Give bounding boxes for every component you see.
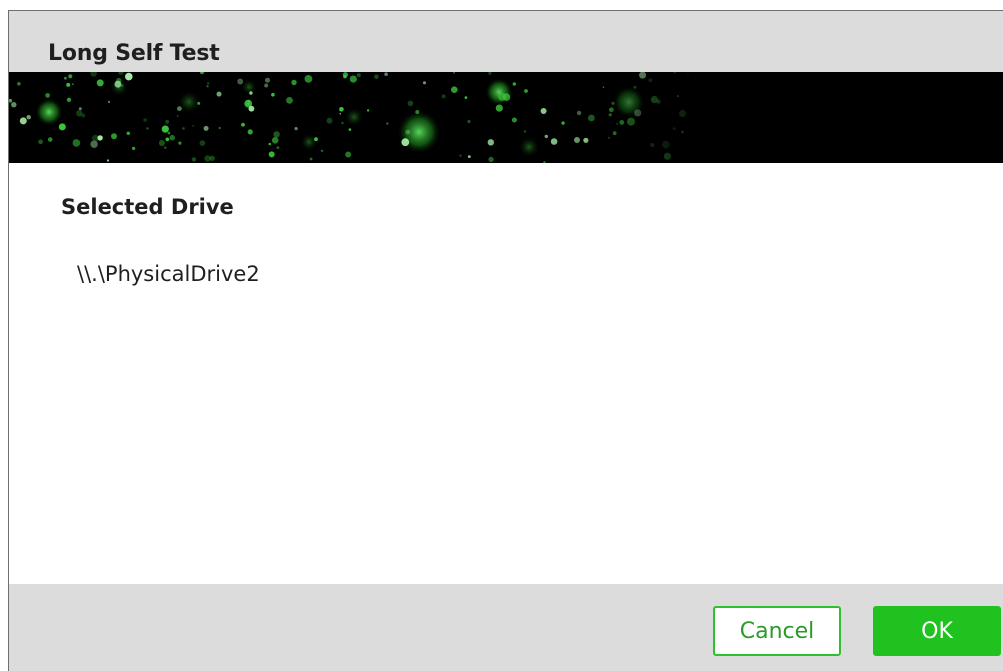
- dialog-title: Long Self Test: [48, 41, 220, 66]
- ok-button[interactable]: OK: [873, 606, 1001, 656]
- selected-drive-label: Selected Drive: [61, 195, 234, 219]
- long-self-test-dialog: Long Self Test Selected Drive \\.\Physic…: [8, 10, 1003, 671]
- selected-drive-value: \\.\PhysicalDrive2: [77, 262, 260, 286]
- decorative-banner: [9, 72, 1003, 163]
- dialog-footer: Cancel OK: [9, 584, 1003, 671]
- green-particles-banner-image: [9, 72, 1003, 163]
- dialog-content: Selected Drive \\.\PhysicalDrive2: [9, 163, 1003, 584]
- dialog-title-bar[interactable]: Long Self Test: [9, 11, 1003, 72]
- cancel-button[interactable]: Cancel: [713, 606, 841, 656]
